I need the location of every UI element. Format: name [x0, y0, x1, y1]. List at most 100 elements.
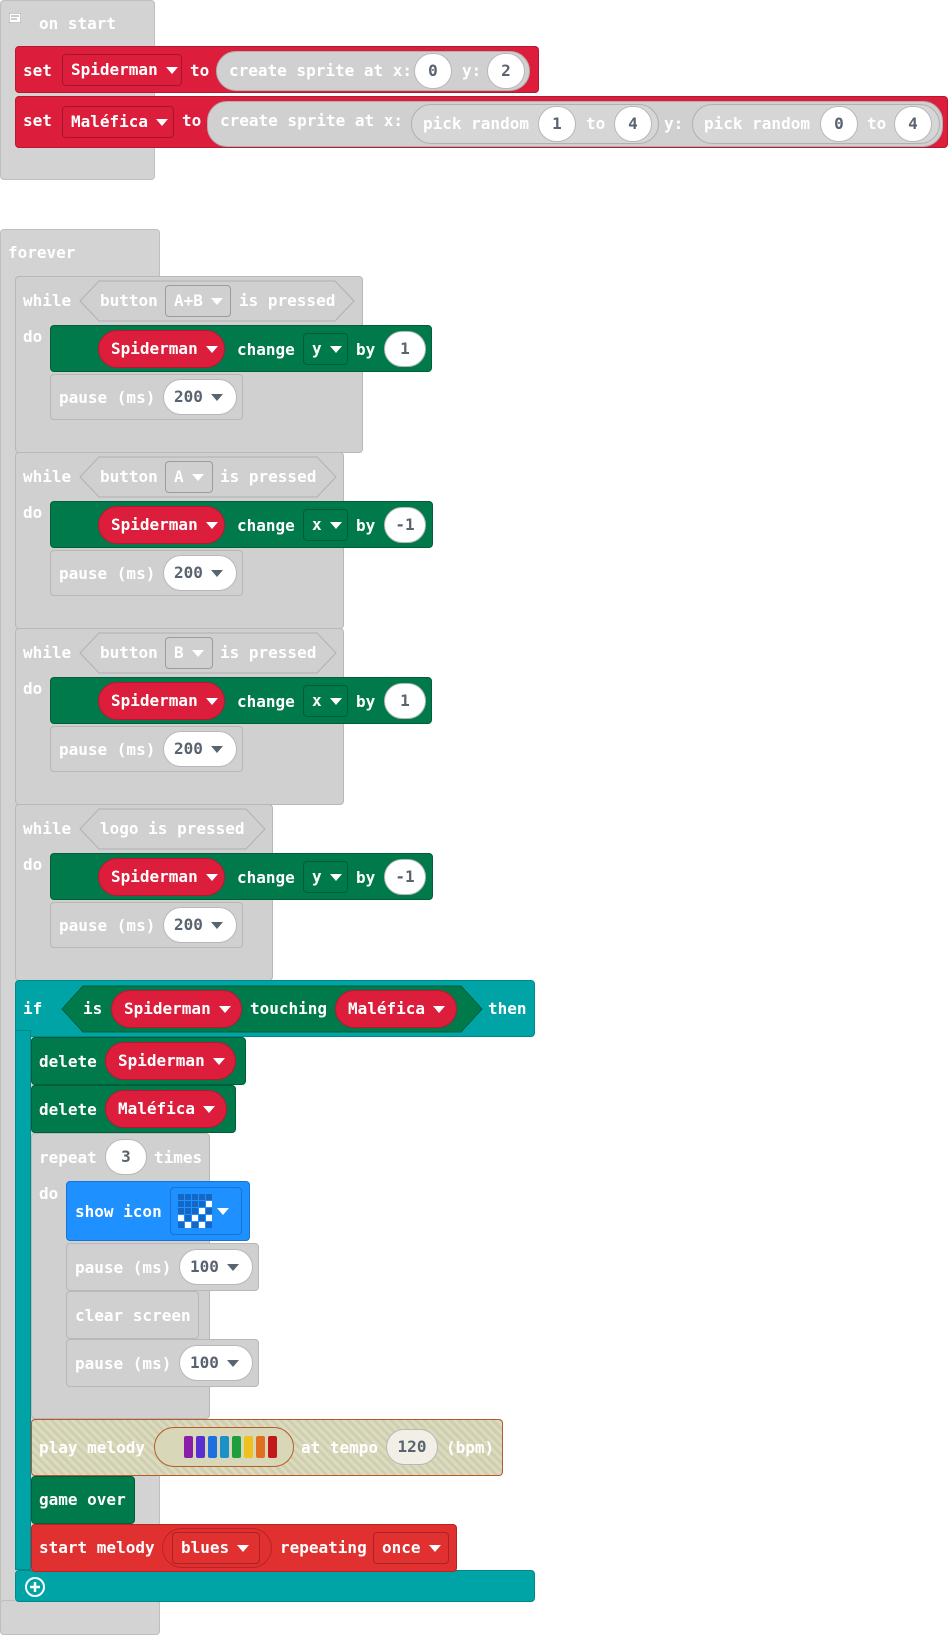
delta-input[interactable]: -1: [384, 507, 426, 543]
while-keyword: while: [23, 819, 72, 838]
comment-icon[interactable]: [9, 13, 21, 23]
start-melody-label: start melody: [39, 1538, 155, 1557]
sprite-dropdown-spiderman[interactable]: Spiderman: [105, 1042, 236, 1080]
add-branch-icon[interactable]: [24, 1576, 46, 1598]
random-min-input[interactable]: 0: [820, 106, 858, 142]
do-keyword: do: [23, 327, 43, 346]
create-sprite-label: create sprite at x:: [220, 111, 404, 130]
chevron-down-icon: [205, 698, 218, 705]
condition-suffix: is pressed: [239, 291, 336, 310]
delta-input[interactable]: -1: [384, 859, 426, 895]
variable-dropdown-malefica[interactable]: Maléfica: [62, 106, 174, 138]
is-keyword: is: [83, 999, 103, 1018]
axis-dropdown[interactable]: x: [303, 509, 348, 541]
set-keyword: set: [23, 61, 52, 80]
chevron-down-icon: [191, 650, 204, 657]
pause-ms-dropdown[interactable]: 200: [163, 555, 237, 591]
chevron-down-icon: [329, 874, 342, 881]
pick-random-label: pick random: [704, 114, 810, 133]
pause-ms-dropdown[interactable]: 200: [163, 379, 237, 415]
by-keyword: by: [356, 868, 376, 887]
variable-dropdown-spiderman[interactable]: Spiderman: [62, 54, 182, 86]
delete-keyword: delete: [39, 1052, 97, 1071]
by-keyword: by: [356, 516, 376, 535]
to-keyword: to: [867, 114, 887, 133]
melody-note: [256, 1436, 265, 1458]
delete-keyword: delete: [39, 1100, 97, 1119]
delta-input[interactable]: 1: [384, 683, 426, 719]
do-keyword: do: [23, 503, 43, 522]
while-keyword: while: [23, 467, 72, 486]
chevron-down-icon: [210, 922, 223, 929]
chevron-down-icon: [205, 522, 218, 529]
tempo-input[interactable]: 120: [386, 1429, 438, 1465]
if-keyword: if: [23, 999, 43, 1018]
repeat-keyword: repeat: [39, 1148, 97, 1167]
pick-random-label: pick random: [423, 114, 529, 133]
then-keyword: then: [488, 999, 527, 1018]
y-value-input[interactable]: 2: [487, 53, 525, 89]
pause-ms-dropdown[interactable]: 100: [179, 1249, 253, 1285]
chevron-down-icon: [218, 1006, 231, 1013]
chevron-down-icon: [156, 119, 169, 126]
chevron-down-icon: [212, 1058, 225, 1065]
times-keyword: times: [154, 1148, 203, 1167]
pause-label: pause (ms): [59, 564, 156, 583]
random-max-input[interactable]: 4: [894, 106, 932, 142]
sprite-dropdown-spiderman[interactable]: Spiderman: [98, 506, 225, 544]
to-keyword: to: [190, 61, 210, 80]
axis-dropdown[interactable]: y: [303, 861, 348, 893]
random-max-input[interactable]: 4: [614, 106, 652, 142]
melody-dropdown[interactable]: blues: [172, 1532, 260, 1564]
do-keyword: do: [23, 855, 43, 874]
icon-picker-dropdown[interactable]: [170, 1187, 242, 1235]
pause-label: pause (ms): [59, 388, 156, 407]
condition-prefix: button: [100, 643, 158, 662]
condition-suffix: is pressed: [220, 467, 317, 486]
while-keyword: while: [23, 643, 72, 662]
y-label: y:: [462, 61, 482, 80]
pause-ms-dropdown[interactable]: 200: [163, 731, 237, 767]
axis-dropdown[interactable]: y: [303, 333, 348, 365]
do-keyword: do: [23, 679, 43, 698]
sprite-dropdown-spiderman[interactable]: Spiderman: [98, 858, 225, 896]
bpm-label: (bpm): [446, 1438, 495, 1457]
chevron-down-icon: [210, 298, 223, 305]
button-dropdown[interactable]: B: [165, 637, 213, 669]
change-keyword: change: [237, 692, 295, 711]
create-sprite-label: create sprite at x:: [229, 61, 413, 80]
melody-notes: [184, 1436, 284, 1458]
button-dropdown[interactable]: A+B: [165, 285, 231, 317]
forever-footer: [0, 1600, 160, 1635]
sprite-dropdown-malefica[interactable]: Maléfica: [105, 1090, 227, 1128]
chevron-down-icon: [205, 874, 218, 881]
chevron-down-icon: [210, 570, 223, 577]
sprite-dropdown-spiderman[interactable]: Spiderman: [111, 990, 242, 1028]
to-keyword: to: [586, 114, 606, 133]
chevron-down-icon: [165, 67, 178, 74]
x-value-input[interactable]: 0: [414, 53, 452, 89]
clear-screen-label: clear screen: [75, 1306, 191, 1325]
repeat-mode-dropdown[interactable]: once: [373, 1532, 449, 1564]
melody-note: [220, 1436, 229, 1458]
repeat-count-input[interactable]: 3: [105, 1139, 147, 1175]
axis-dropdown[interactable]: x: [303, 685, 348, 717]
game-over-label: game over: [39, 1490, 126, 1509]
sprite-dropdown-malefica[interactable]: Maléfica: [335, 990, 457, 1028]
melody-note: [244, 1436, 253, 1458]
change-keyword: change: [237, 868, 295, 887]
sprite-dropdown-spiderman[interactable]: Spiderman: [98, 330, 225, 368]
button-dropdown[interactable]: A: [165, 461, 213, 493]
pause-ms-dropdown[interactable]: 200: [163, 907, 237, 943]
melody-note: [232, 1436, 241, 1458]
by-keyword: by: [356, 340, 376, 359]
random-min-input[interactable]: 1: [538, 106, 576, 142]
if-block-spine: [15, 1030, 31, 1570]
pause-ms-dropdown[interactable]: 100: [179, 1345, 253, 1381]
chevron-down-icon: [329, 522, 342, 529]
sprite-dropdown-spiderman[interactable]: Spiderman: [98, 682, 225, 720]
logo-pressed-label: logo is pressed: [100, 819, 245, 838]
delta-input[interactable]: 1: [384, 331, 426, 367]
touching-keyword: touching: [250, 999, 328, 1018]
chevron-down-icon: [205, 346, 218, 353]
